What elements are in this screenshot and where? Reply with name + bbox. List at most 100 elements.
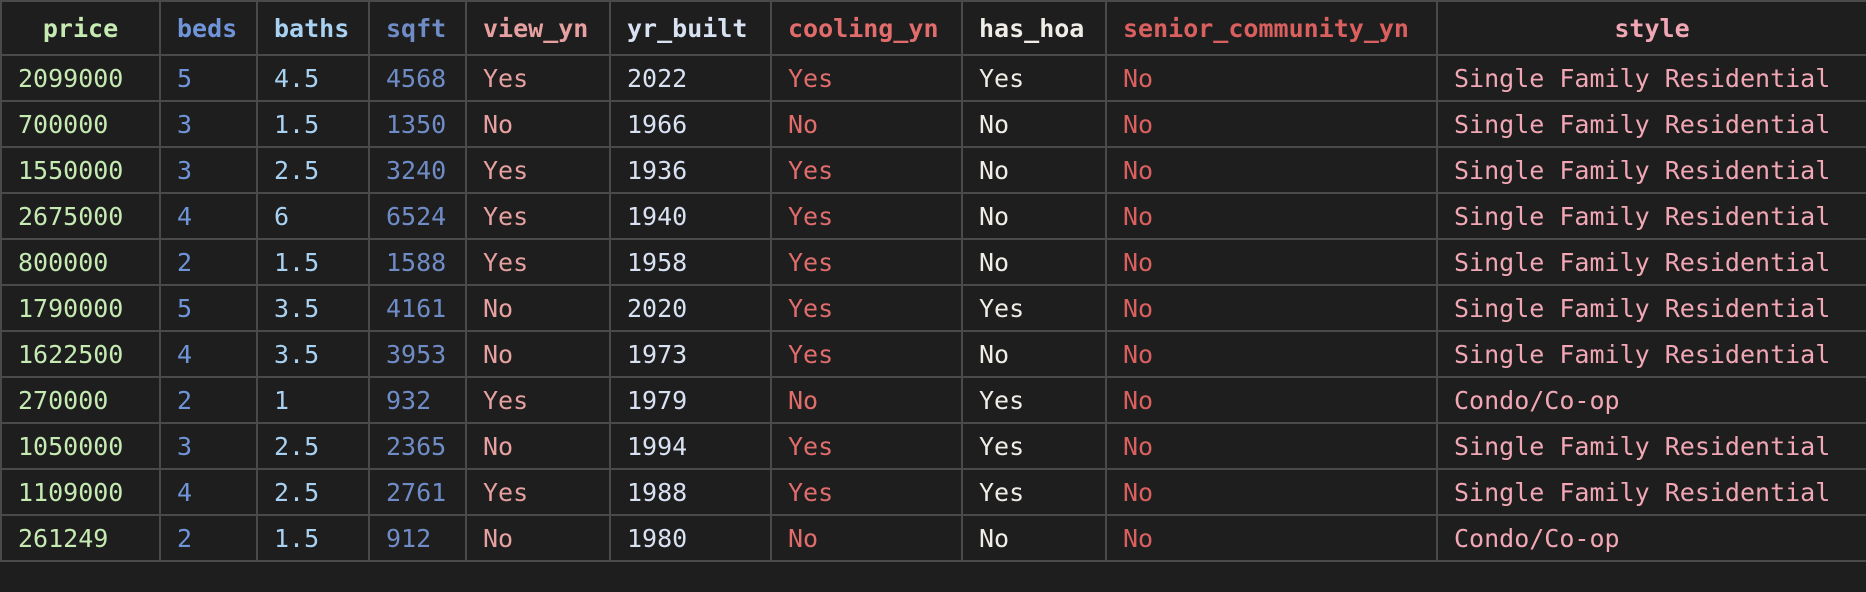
cell-view-yn: Yes: [465, 468, 611, 516]
cell-beds: 2: [159, 514, 258, 562]
column-header-baths[interactable]: baths: [256, 0, 370, 56]
table-row[interactable]: 1622500 4 3.5 3953 No 1973 Yes No No Single Famil…: [0, 330, 1866, 378]
table-row[interactable]: 2099000 5 4.5 4568 Yes 2022 Yes Yes No Single Fam…: [0, 54, 1866, 102]
cell-view-yn: No: [465, 330, 611, 378]
cell-price: 261249: [0, 514, 161, 562]
table-row[interactable]: 1790000 5 3.5 4161 No 2020 Yes Yes No Single Fami…: [0, 284, 1866, 332]
cell-cooling-yn: No: [770, 100, 963, 148]
cell-senior-community-yn: No: [1105, 468, 1438, 516]
cell-baths: 4.5: [256, 54, 370, 102]
cell-sqft: 6524: [368, 192, 467, 240]
cell-baths: 2.5: [256, 422, 370, 470]
cell-beds: 2: [159, 238, 258, 286]
cell-yr-built: 1988: [609, 468, 772, 516]
cell-beds: 3: [159, 146, 258, 194]
cell-beds: 5: [159, 54, 258, 102]
column-header-cooling-yn[interactable]: cooling_yn: [770, 0, 963, 56]
cell-senior-community-yn: No: [1105, 238, 1438, 286]
cell-sqft: 1350: [368, 100, 467, 148]
cell-beds: 3: [159, 422, 258, 470]
column-header-price[interactable]: price: [0, 0, 161, 56]
cell-baths: 1.5: [256, 100, 370, 148]
column-header-sqft[interactable]: sqft: [368, 0, 467, 56]
cell-has-hoa: Yes: [961, 376, 1107, 424]
cell-view-yn: No: [465, 100, 611, 148]
cell-price: 1109000: [0, 468, 161, 516]
cell-baths: 2.5: [256, 468, 370, 516]
cell-yr-built: 1936: [609, 146, 772, 194]
column-header-style[interactable]: style: [1436, 0, 1866, 56]
cell-cooling-yn: Yes: [770, 284, 963, 332]
cell-yr-built: 1980: [609, 514, 772, 562]
cell-price: 2099000: [0, 54, 161, 102]
cell-sqft: 912: [368, 514, 467, 562]
cell-view-yn: Yes: [465, 146, 611, 194]
table-header: price beds baths sqft view_yn yr_built c…: [0, 0, 1866, 56]
cell-sqft: 3240: [368, 146, 467, 194]
cell-price: 700000: [0, 100, 161, 148]
cell-has-hoa: No: [961, 146, 1107, 194]
cell-cooling-yn: Yes: [770, 238, 963, 286]
cell-sqft: 2365: [368, 422, 467, 470]
cell-beds: 3: [159, 100, 258, 148]
column-header-beds[interactable]: beds: [159, 0, 258, 56]
table-row[interactable]: 1050000 3 2.5 2365 No 1994 Yes Yes No Single Fami…: [0, 422, 1866, 470]
table-row[interactable]: 1109000 4 2.5 2761 Yes 1988 Yes Yes No Single Fam…: [0, 468, 1866, 516]
cell-price: 800000: [0, 238, 161, 286]
cell-cooling-yn: No: [770, 376, 963, 424]
cell-senior-community-yn: No: [1105, 422, 1438, 470]
table-body: 2099000 5 4.5 4568 Yes 2022 Yes Yes No Single Fam…: [0, 54, 1866, 562]
table-row[interactable]: 800000 2 1.5 1588 Yes 1958 Yes No No Single Famil…: [0, 238, 1866, 286]
cell-view-yn: Yes: [465, 238, 611, 286]
cell-baths: 1.5: [256, 514, 370, 562]
table-row[interactable]: 1550000 3 2.5 3240 Yes 1936 Yes No No Single Fami…: [0, 146, 1866, 194]
cell-sqft: 4161: [368, 284, 467, 332]
cell-senior-community-yn: No: [1105, 376, 1438, 424]
header-row: price beds baths sqft view_yn yr_built c…: [0, 0, 1866, 56]
cell-yr-built: 2022: [609, 54, 772, 102]
cell-yr-built: 1958: [609, 238, 772, 286]
table-row[interactable]: 700000 3 1.5 1350 No 1966 No No No Single Family …: [0, 100, 1866, 148]
cell-yr-built: 1973: [609, 330, 772, 378]
cell-yr-built: 2020: [609, 284, 772, 332]
cell-sqft: 3953: [368, 330, 467, 378]
cell-sqft: 932: [368, 376, 467, 424]
cell-beds: 4: [159, 468, 258, 516]
cell-view-yn: No: [465, 514, 611, 562]
column-header-senior-community-yn[interactable]: senior_community_yn: [1105, 0, 1438, 56]
cell-beds: 4: [159, 192, 258, 240]
cell-senior-community-yn: No: [1105, 146, 1438, 194]
cell-price: 1622500: [0, 330, 161, 378]
column-header-yr-built[interactable]: yr_built: [609, 0, 772, 56]
table-row[interactable]: 270000 2 1 932 Yes 1979 No Yes No Condo/Co-op: [0, 376, 1866, 424]
cell-price: 2675000: [0, 192, 161, 240]
table-row[interactable]: 2675000 4 6 6524 Yes 1940 Yes No No Single Family…: [0, 192, 1866, 240]
cell-view-yn: Yes: [465, 192, 611, 240]
cell-cooling-yn: Yes: [770, 468, 963, 516]
cell-style: Condo/Co-op: [1436, 376, 1866, 424]
cell-senior-community-yn: No: [1105, 514, 1438, 562]
cell-cooling-yn: Yes: [770, 146, 963, 194]
cell-senior-community-yn: No: [1105, 100, 1438, 148]
cell-beds: 4: [159, 330, 258, 378]
cell-yr-built: 1940: [609, 192, 772, 240]
cell-has-hoa: Yes: [961, 54, 1107, 102]
cell-baths: 1: [256, 376, 370, 424]
cell-style: Single Family Residential: [1436, 468, 1866, 516]
column-header-has-hoa[interactable]: has_hoa: [961, 0, 1107, 56]
cell-baths: 2.5: [256, 146, 370, 194]
cell-view-yn: Yes: [465, 376, 611, 424]
cell-style: Single Family Residential: [1436, 330, 1866, 378]
cell-beds: 5: [159, 284, 258, 332]
table-row[interactable]: 261249 2 1.5 912 No 1980 No No No Condo/Co-op: [0, 514, 1866, 562]
cell-style: Single Family Residential: [1436, 100, 1866, 148]
cell-style: Single Family Residential: [1436, 192, 1866, 240]
cell-cooling-yn: Yes: [770, 422, 963, 470]
cell-has-hoa: Yes: [961, 284, 1107, 332]
cell-baths: 3.5: [256, 330, 370, 378]
cell-senior-community-yn: No: [1105, 54, 1438, 102]
column-header-view-yn[interactable]: view_yn: [465, 0, 611, 56]
cell-sqft: 2761: [368, 468, 467, 516]
cell-senior-community-yn: No: [1105, 284, 1438, 332]
cell-style: Single Family Residential: [1436, 54, 1866, 102]
